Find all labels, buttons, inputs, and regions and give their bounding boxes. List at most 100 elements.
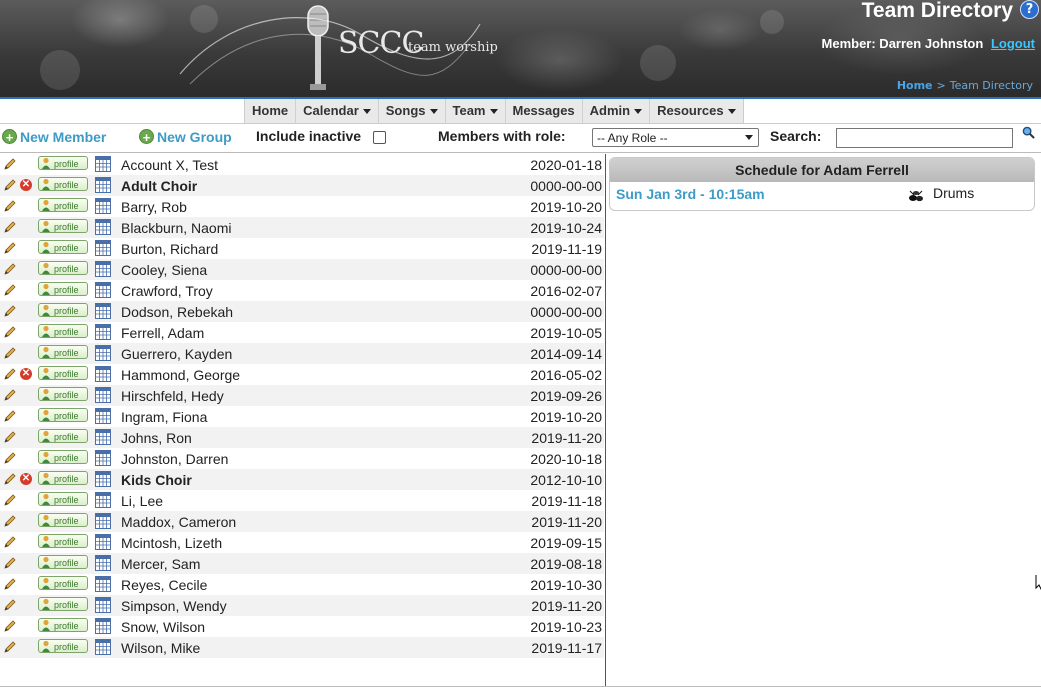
calendar-icon[interactable] [95, 639, 111, 655]
new-group-button[interactable]: + New Group [139, 128, 232, 145]
calendar-icon[interactable] [95, 618, 111, 634]
calendar-icon[interactable] [95, 534, 111, 550]
menu-calendar[interactable]: Calendar [296, 99, 379, 123]
edit-pencil-icon[interactable] [3, 367, 17, 381]
profile-button[interactable]: profile [38, 156, 88, 170]
member-name[interactable]: Maddox, Cameron [121, 514, 236, 530]
schedule-date-link[interactable]: Sun Jan 3rd - 10:15am [616, 186, 765, 202]
profile-button[interactable]: profile [38, 240, 88, 254]
include-inactive-checkbox[interactable] [373, 131, 387, 145]
edit-pencil-icon[interactable] [3, 556, 17, 570]
profile-button[interactable]: profile [38, 639, 88, 653]
calendar-icon[interactable] [95, 240, 111, 256]
calendar-icon[interactable] [95, 576, 111, 592]
profile-button[interactable]: profile [38, 429, 88, 443]
profile-button[interactable]: profile [38, 261, 88, 275]
edit-pencil-icon[interactable] [3, 451, 17, 465]
edit-pencil-icon[interactable] [3, 409, 17, 423]
edit-pencil-icon[interactable] [3, 178, 17, 192]
member-name[interactable]: Hammond, George [121, 367, 240, 383]
calendar-icon[interactable] [95, 303, 111, 319]
edit-pencil-icon[interactable] [3, 241, 17, 255]
breadcrumb-home-link[interactable]: Home [897, 79, 933, 92]
profile-button[interactable]: profile [38, 282, 88, 296]
member-name[interactable]: Dodson, Rebekah [121, 304, 233, 320]
member-name[interactable]: Ferrell, Adam [121, 325, 204, 341]
calendar-icon[interactable] [95, 597, 111, 613]
profile-button[interactable]: profile [38, 513, 88, 527]
member-name[interactable]: Reyes, Cecile [121, 577, 207, 593]
profile-button[interactable]: profile [38, 534, 88, 548]
calendar-icon[interactable] [95, 555, 111, 571]
edit-pencil-icon[interactable] [3, 598, 17, 612]
edit-pencil-icon[interactable] [3, 640, 17, 654]
member-name[interactable]: Burton, Richard [121, 241, 218, 257]
profile-button[interactable]: profile [38, 198, 88, 212]
profile-button[interactable]: profile [38, 303, 88, 317]
member-name[interactable]: Wilson, Mike [121, 640, 200, 656]
edit-pencil-icon[interactable] [3, 262, 17, 276]
edit-pencil-icon[interactable] [3, 283, 17, 297]
edit-pencil-icon[interactable] [3, 472, 17, 486]
member-name[interactable]: Hirschfeld, Hedy [121, 388, 224, 404]
calendar-icon[interactable] [95, 408, 111, 424]
member-name[interactable]: Crawford, Troy [121, 283, 213, 299]
profile-button[interactable]: profile [38, 555, 88, 569]
member-name[interactable]: Johns, Ron [121, 430, 192, 446]
profile-button[interactable]: profile [38, 450, 88, 464]
calendar-icon[interactable] [95, 156, 111, 172]
edit-pencil-icon[interactable] [3, 619, 17, 633]
edit-pencil-icon[interactable] [3, 304, 17, 318]
profile-button[interactable]: profile [38, 324, 88, 338]
profile-button[interactable]: profile [38, 345, 88, 359]
calendar-icon[interactable] [95, 345, 111, 361]
profile-button[interactable]: profile [38, 576, 88, 590]
member-name[interactable]: Barry, Rob [121, 199, 187, 215]
edit-pencil-icon[interactable] [3, 514, 17, 528]
delete-icon[interactable]: ✕ [20, 179, 32, 191]
role-select[interactable]: -- Any Role -- [592, 128, 759, 147]
calendar-icon[interactable] [95, 261, 111, 277]
profile-button[interactable]: profile [38, 618, 88, 632]
profile-button[interactable]: profile [38, 387, 88, 401]
calendar-icon[interactable] [95, 429, 111, 445]
calendar-icon[interactable] [95, 387, 111, 403]
member-name[interactable]: Mcintosh, Lizeth [121, 535, 222, 551]
menu-home[interactable]: Home [245, 99, 297, 123]
profile-button[interactable]: profile [38, 597, 88, 611]
edit-pencil-icon[interactable] [3, 535, 17, 549]
member-name[interactable]: Cooley, Siena [121, 262, 207, 278]
member-name[interactable]: Snow, Wilson [121, 619, 205, 635]
edit-pencil-icon[interactable] [3, 199, 17, 213]
member-name[interactable]: Li, Lee [121, 493, 163, 509]
calendar-icon[interactable] [95, 324, 111, 340]
calendar-icon[interactable] [95, 450, 111, 466]
member-name[interactable]: Johnston, Darren [121, 451, 228, 467]
help-icon[interactable]: ? [1020, 0, 1039, 19]
member-name[interactable]: Ingram, Fiona [121, 409, 207, 425]
calendar-icon[interactable] [95, 366, 111, 382]
profile-button[interactable]: profile [38, 177, 88, 191]
calendar-icon[interactable] [95, 513, 111, 529]
calendar-icon[interactable] [95, 471, 111, 487]
menu-messages[interactable]: Messages [506, 99, 583, 123]
profile-button[interactable]: profile [38, 408, 88, 422]
calendar-icon[interactable] [95, 219, 111, 235]
delete-icon[interactable]: ✕ [20, 368, 32, 380]
member-name[interactable]: Mercer, Sam [121, 556, 200, 572]
edit-pencil-icon[interactable] [3, 493, 17, 507]
menu-admin[interactable]: Admin [583, 99, 651, 123]
search-icon[interactable] [1022, 126, 1035, 139]
calendar-icon[interactable] [95, 492, 111, 508]
delete-icon[interactable]: ✕ [20, 473, 32, 485]
edit-pencil-icon[interactable] [3, 346, 17, 360]
profile-button[interactable]: profile [38, 366, 88, 380]
logout-link[interactable]: Logout [991, 36, 1035, 51]
menu-resources[interactable]: Resources [650, 99, 742, 123]
profile-button[interactable]: profile [38, 219, 88, 233]
calendar-icon[interactable] [95, 198, 111, 214]
member-name[interactable]: Guerrero, Kayden [121, 346, 232, 362]
edit-pencil-icon[interactable] [3, 325, 17, 339]
edit-pencil-icon[interactable] [3, 430, 17, 444]
profile-button[interactable]: profile [38, 471, 88, 485]
